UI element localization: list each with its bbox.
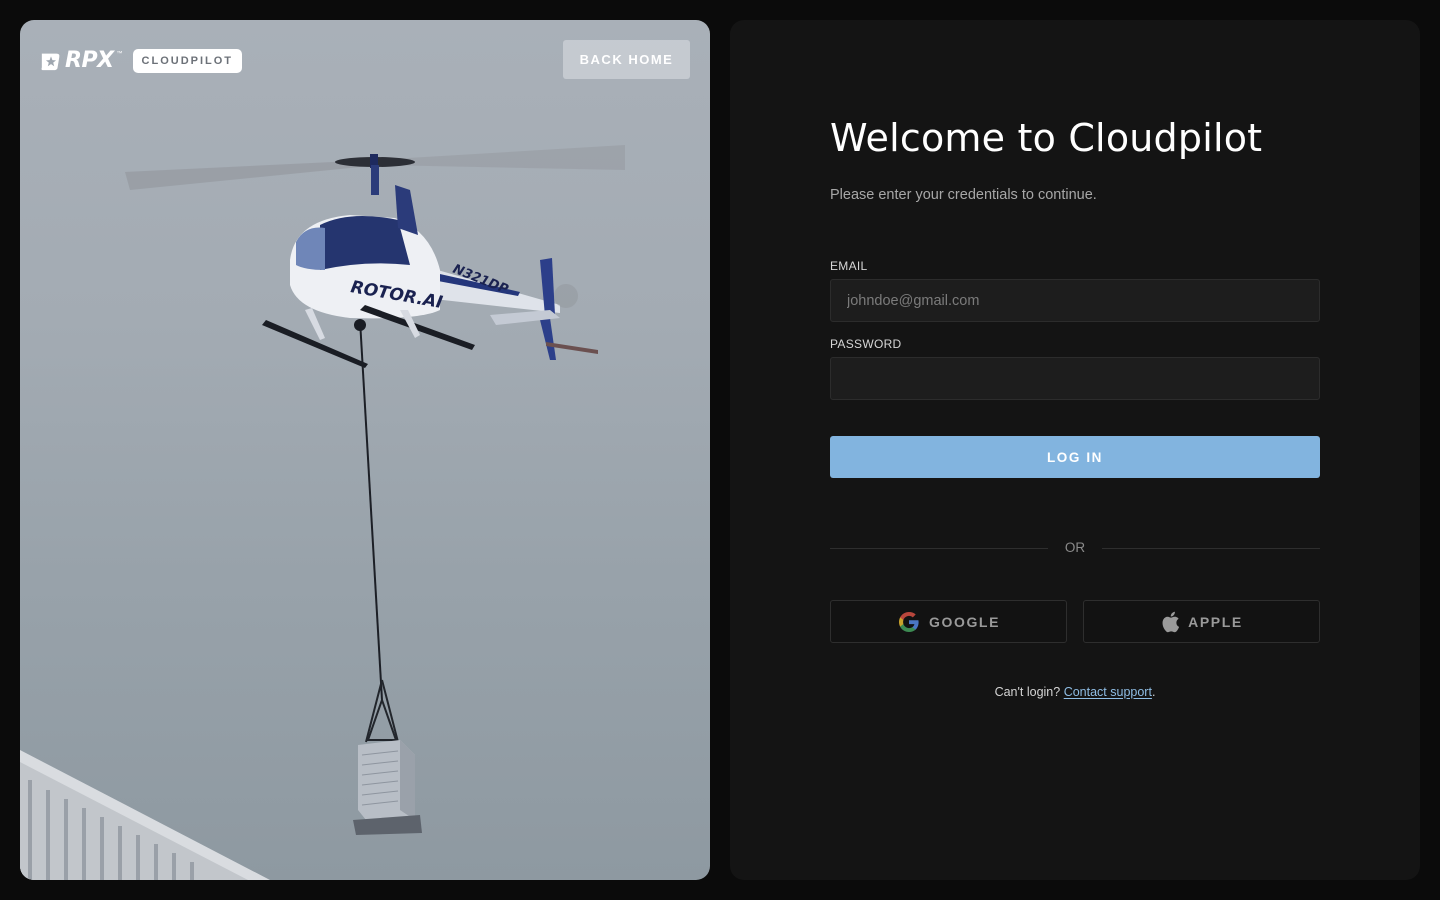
or-divider: OR [830, 539, 1320, 559]
page-title: Welcome to Cloudpilot [830, 116, 1263, 160]
apple-sign-in-button[interactable]: APPLE [1083, 600, 1320, 643]
help-suffix: . [1151, 685, 1156, 699]
back-home-button[interactable]: BACK HOME [563, 40, 690, 79]
rpx-logo[interactable]: RPX ™ [40, 48, 123, 73]
login-panel: Welcome to Cloudpilot Please enter your … [730, 20, 1420, 880]
product-badge: CLOUDPILOT [132, 48, 243, 73]
contact-support-link[interactable]: Contact support [1064, 685, 1152, 699]
login-page: ROTOR.AI N321DP RPX ™ CLOUDPILOT BACK HO… [0, 0, 1440, 900]
log-in-button[interactable]: LOG IN [830, 436, 1320, 478]
trademark-mark: ™ [116, 51, 123, 57]
google-g-icon [898, 611, 919, 632]
helicopter-photo: ROTOR.AI N321DP [20, 145, 625, 880]
email-field[interactable] [830, 279, 1320, 322]
google-button-label: GOOGLE [928, 613, 1001, 630]
help-prefix: Can't login? [994, 685, 1061, 699]
apple-icon [1162, 611, 1180, 632]
google-sign-in-button[interactable]: GOOGLE [830, 600, 1067, 643]
hero-image-panel: ROTOR.AI N321DP RPX ™ CLOUDPILOT BACK HO… [20, 20, 710, 880]
page-subtitle: Please enter your credentials to continu… [830, 187, 1097, 203]
apple-button-label: APPLE [1188, 613, 1243, 630]
password-field[interactable] [830, 357, 1320, 400]
divider-line-right [1102, 548, 1320, 549]
brand-lockup: RPX ™ CLOUDPILOT [40, 48, 243, 73]
password-label: PASSWORD [830, 337, 902, 351]
rpx-wordmark: RPX [65, 48, 114, 73]
help-text: Can't login? Contact support. [830, 685, 1320, 699]
rpx-star-logo-icon [41, 53, 60, 70]
email-label: EMAIL [830, 259, 868, 273]
